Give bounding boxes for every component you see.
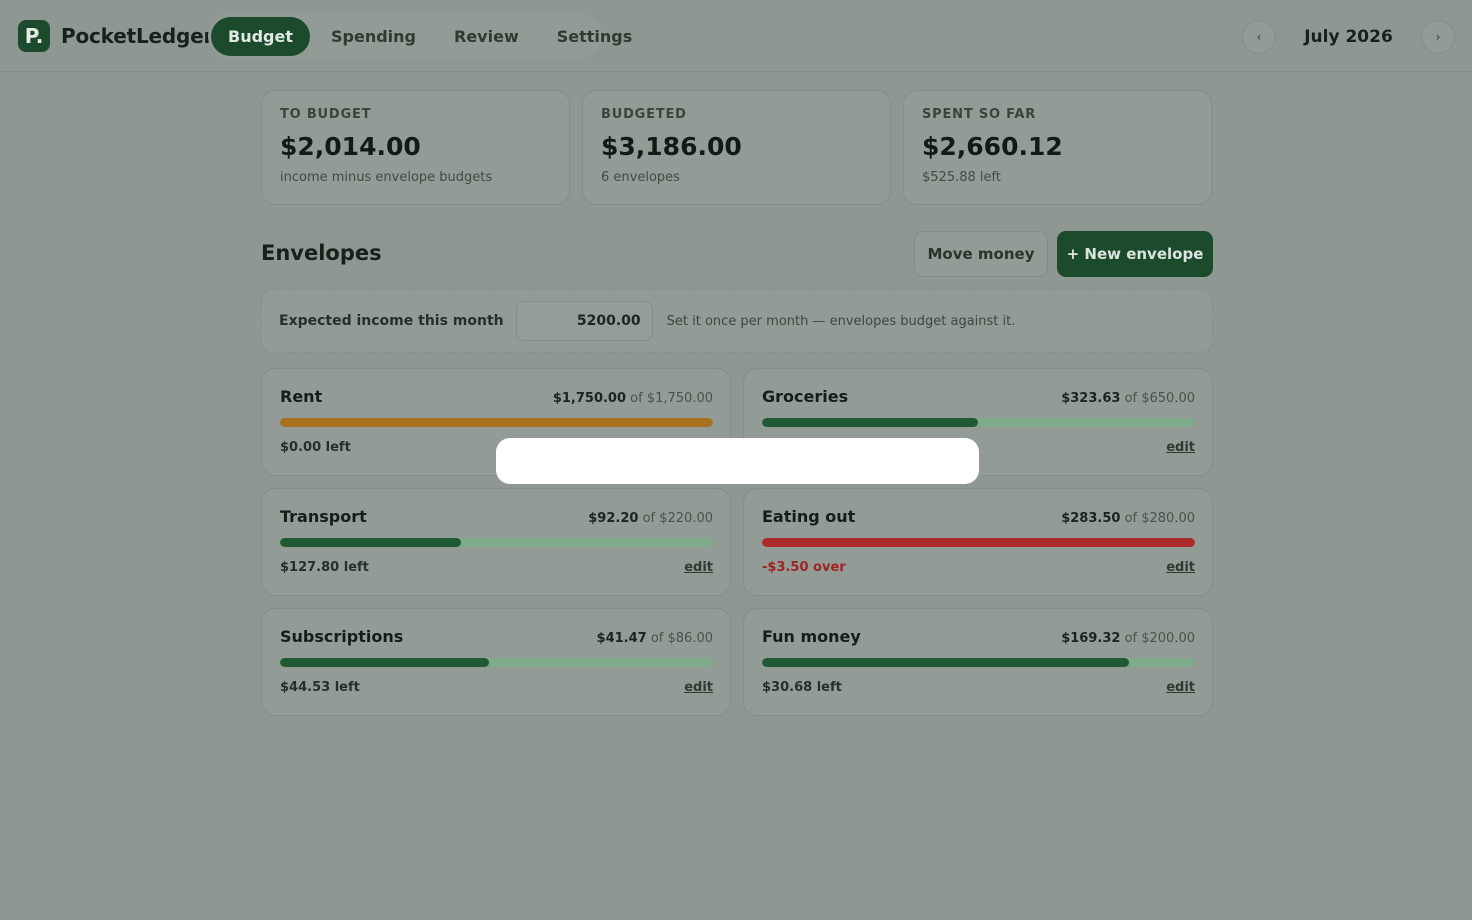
envelope-amount: $323.63 of $650.00 [1061, 391, 1195, 406]
tab-budget[interactable]: Budget [211, 16, 310, 56]
edit-link[interactable]: edit [1166, 440, 1195, 455]
envelopes-heading: Envelopes [261, 241, 382, 265]
progress-fill [762, 538, 1195, 547]
progress-bar [762, 538, 1195, 547]
edit-link[interactable]: edit [684, 560, 713, 575]
envelope-spent: $1,750.00 [552, 391, 627, 406]
envelope-budget: of $200.00 [1124, 631, 1195, 646]
expected-income-row: Expected income this month Set it once p… [261, 289, 1213, 353]
toast-notification[interactable] [496, 438, 979, 484]
envelope-name: Rent [280, 387, 323, 406]
progress-fill [762, 658, 1129, 667]
progress-bar [280, 658, 713, 667]
stat-label: TO BUDGET [280, 107, 372, 122]
envelope-card-subscriptions: Subscriptions $41.47 of $86.00 $44.53 le… [261, 608, 731, 716]
envelope-spent: $41.47 [596, 631, 647, 646]
envelope-name: Eating out [762, 507, 856, 526]
envelope-remaining: $127.80 left [280, 560, 369, 575]
tab-review[interactable]: Review [437, 17, 536, 56]
stat-value: $2,014.00 [280, 132, 421, 161]
envelope-name: Groceries [762, 387, 849, 406]
envelope-card-transport: Transport $92.20 of $220.00 $127.80 left… [261, 488, 731, 596]
stat-subtext: $525.88 left [922, 170, 1001, 185]
next-month-button[interactable]: › [1421, 20, 1455, 54]
brand[interactable]: P. PocketLedger [18, 20, 213, 52]
envelope-spent: $283.50 [1061, 511, 1121, 526]
envelope-grid: Rent $1,750.00 of $1,750.00 $0.00 left e… [261, 368, 1213, 716]
envelope-spent: $323.63 [1061, 391, 1121, 406]
envelope-card-eating-out: Eating out $283.50 of $280.00 -$3.50 ove… [743, 488, 1213, 596]
progress-fill [280, 538, 462, 547]
new-envelope-button[interactable]: + New envelope [1057, 231, 1213, 277]
income-note: Set it once per month — envelopes budget… [666, 313, 1016, 329]
envelope-budget: of $650.00 [1124, 391, 1195, 406]
edit-link[interactable]: edit [1166, 680, 1195, 695]
envelope-spent: $169.32 [1061, 631, 1121, 646]
edit-link[interactable]: edit [684, 680, 713, 695]
progress-bar [280, 418, 713, 427]
envelope-name: Fun money [762, 627, 861, 646]
stat-subtext: 6 envelopes [601, 170, 680, 185]
envelope-amount: $41.47 of $86.00 [597, 631, 713, 646]
envelope-remaining: -$3.50 over [762, 560, 846, 575]
envelope-remaining: $30.68 left [762, 680, 842, 695]
envelope-amount: $92.20 of $220.00 [588, 511, 713, 526]
stat-value: $3,186.00 [601, 132, 742, 161]
brand-name: PocketLedger [61, 24, 214, 48]
tab-settings[interactable]: Settings [540, 17, 650, 56]
stat-subtext: income minus envelope budgets [280, 170, 493, 185]
progress-bar [762, 418, 1195, 427]
progress-fill [280, 658, 489, 667]
main-tabs: Budget Spending Review Settings [208, 13, 632, 59]
edit-link[interactable]: edit [1166, 560, 1195, 575]
stat-to-budget: TO BUDGET $2,014.00 income minus envelop… [261, 90, 570, 205]
envelope-card-fun-money: Fun money $169.32 of $200.00 $30.68 left… [743, 608, 1213, 716]
envelope-budget: of $220.00 [642, 511, 713, 526]
envelope-amount: $283.50 of $280.00 [1061, 511, 1195, 526]
progress-bar [280, 538, 713, 547]
stat-label: SPENT SO FAR [922, 107, 1037, 122]
income-input[interactable] [515, 301, 653, 341]
stat-budgeted: BUDGETED $3,186.00 6 envelopes [582, 90, 891, 205]
summary-stats: TO BUDGET $2,014.00 income minus envelop… [261, 90, 1212, 205]
envelope-amount: $1,750.00 of $1,750.00 [553, 391, 713, 406]
current-month: July 2026 [1304, 27, 1393, 47]
envelope-amount: $169.32 of $200.00 [1061, 631, 1195, 646]
progress-bar [762, 658, 1195, 667]
envelope-remaining: $44.53 left [280, 680, 360, 695]
envelope-budget: of $86.00 [650, 631, 713, 646]
month-navigator: ‹ July 2026 › [1242, 20, 1455, 54]
envelope-budget: of $1,750.00 [630, 391, 713, 406]
stat-label: BUDGETED [601, 107, 687, 122]
envelope-remaining: $0.00 left [280, 440, 351, 455]
progress-fill [762, 418, 978, 427]
stat-spent-so-far: SPENT SO FAR $2,660.12 $525.88 left [903, 90, 1212, 205]
logo-icon: P. [18, 20, 50, 52]
move-money-button[interactable]: Move money [914, 231, 1048, 277]
prev-month-button[interactable]: ‹ [1242, 20, 1276, 54]
progress-fill [280, 418, 713, 427]
stat-value: $2,660.12 [922, 132, 1063, 161]
envelope-name: Transport [280, 507, 367, 526]
top-bar: P. PocketLedger Budget Spending Review S… [0, 0, 1472, 72]
envelope-spent: $92.20 [588, 511, 639, 526]
envelope-budget: of $280.00 [1124, 511, 1195, 526]
envelope-name: Subscriptions [280, 627, 404, 646]
tab-spending[interactable]: Spending [314, 17, 433, 56]
chevron-right-icon: › [1435, 30, 1441, 44]
income-label: Expected income this month [279, 313, 504, 329]
chevron-left-icon: ‹ [1256, 30, 1262, 44]
